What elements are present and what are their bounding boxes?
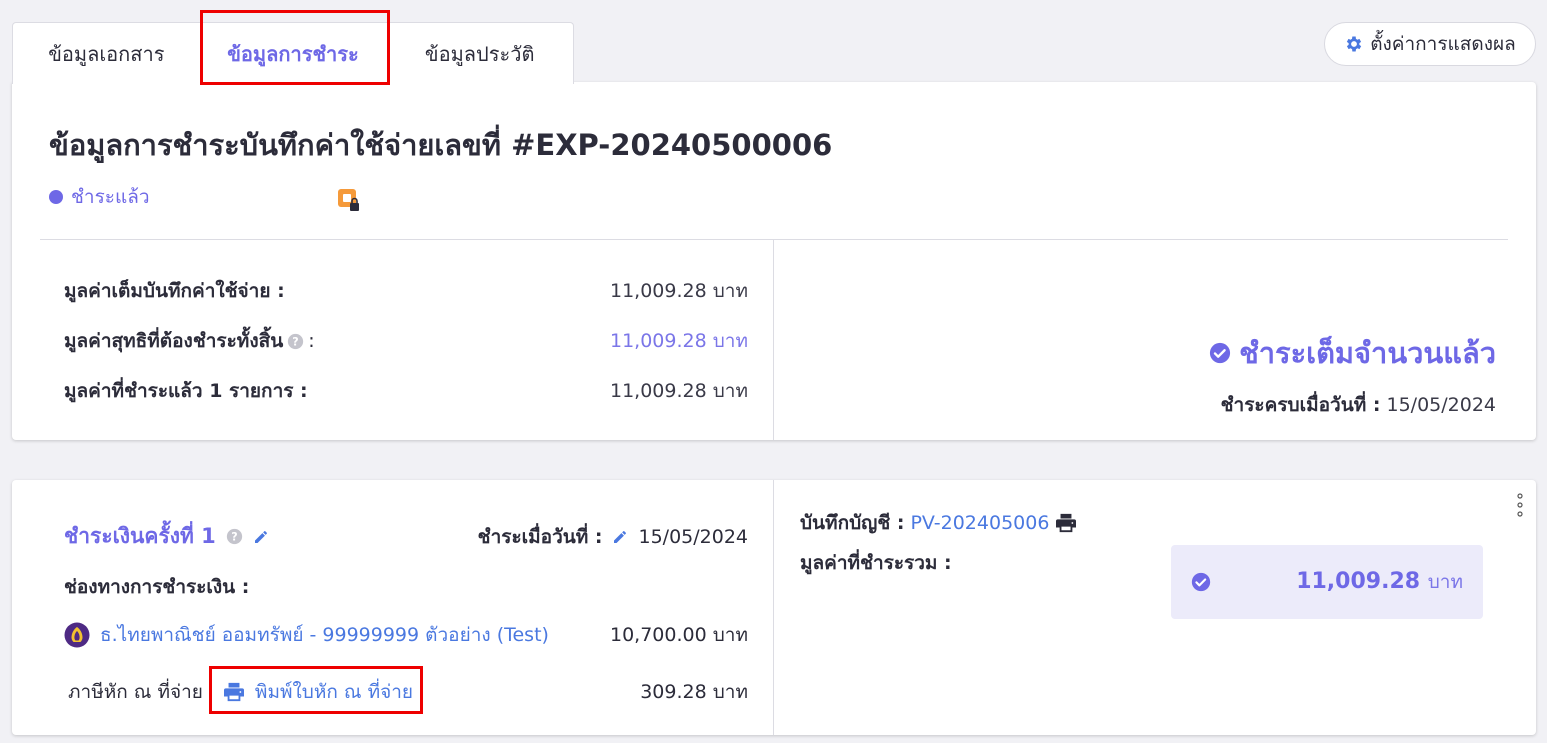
payment-entry-title: ชำระเงินครั้งที่ 1 ? (64, 520, 269, 553)
locked-document-icon[interactable] (337, 188, 361, 212)
page-title: ข้อมูลการชำระบันทึกค่าใช้จ่ายเลขที่ #EXP… (49, 128, 833, 162)
edit-pencil-icon[interactable] (253, 529, 269, 545)
accounting-record-label: บันทึกบัญชี : (800, 512, 905, 534)
status-label: ชำระแล้ว (71, 186, 150, 208)
total-paid-box: 11,009.28 บาท (1171, 545, 1483, 619)
net-value-colon: : (308, 330, 315, 352)
paid-value-label: มูลค่าที่ชำระแล้ว 1 รายการ : (64, 380, 308, 402)
tab-bar: ข้อมูลเอกสาร ข้อมูลการชำระ ข้อมูลประวัติ (12, 10, 574, 85)
paid-value-amount: 11,009.28 บาท (610, 380, 748, 402)
payment-date-label: ชำระเมื่อวันที่ : (477, 526, 603, 548)
display-settings-label: ตั้งค่าการแสดงผล (1370, 33, 1516, 55)
svg-text:?: ? (231, 530, 237, 543)
payment-entry-title-text: ชำระเงินครั้งที่ 1 (64, 524, 216, 548)
status-dot-icon (49, 190, 63, 204)
svg-text:?: ? (292, 335, 298, 348)
withholding-tax-row: ภาษีหัก ณ ที่จ่าย พิมพ์ใบหัก ณ ที่จ่าย 3… (68, 666, 748, 714)
full-value-label: มูลค่าเต็มบันทึกค่าใช้จ่าย : (64, 280, 285, 302)
display-settings-button[interactable]: ตั้งค่าการแสดงผล (1324, 22, 1536, 66)
divider (773, 239, 774, 440)
tab-document-info[interactable]: ข้อมูลเอกสาร (13, 23, 200, 84)
net-value-label-text: มูลค่าสุทธิที่ต้องชำระทั้งสิ้น (64, 330, 284, 352)
help-icon[interactable]: ? (287, 333, 304, 350)
more-options-icon[interactable] (1516, 492, 1524, 518)
divider (40, 239, 1508, 240)
bank-channel-amount: 10,700.00 บาท (610, 624, 748, 646)
paid-complete-date-label: ชำระครบเมื่อวันที่ : (1220, 394, 1381, 416)
check-circle-icon (1191, 572, 1211, 592)
payment-entry-card: ชำระเงินครั้งที่ 1 ? ชำระเมื่อวันที่ : 1… (12, 480, 1536, 735)
payment-summary-card: ข้อมูลการชำระบันทึกค่าใช้จ่ายเลขที่ #EXP… (12, 82, 1536, 440)
status-badge: ชำระแล้ว (49, 182, 150, 212)
printer-icon (223, 682, 244, 702)
gear-icon (1347, 36, 1362, 52)
total-paid-amount: 11,009.28 บาท (1296, 567, 1463, 597)
full-value-amount: 11,009.28 บาท (610, 280, 748, 302)
divider (773, 480, 774, 735)
print-withholding-button[interactable]: พิมพ์ใบหัก ณ ที่จ่าย (208, 666, 423, 714)
paid-complete-date: ชำระครบเมื่อวันที่ : 15/05/2024 (1221, 390, 1496, 420)
accounting-record-row: บันทึกบัญชี : PV-202405006 (800, 508, 1077, 538)
check-circle-icon (1209, 342, 1231, 364)
net-value-label: มูลค่าสุทธิที่ต้องชำระทั้งสิ้น ? : (64, 326, 315, 356)
help-icon[interactable]: ? (226, 528, 243, 545)
full-value-row: มูลค่าเต็มบันทึกค่าใช้จ่าย : 11,009.28 บ… (64, 276, 748, 306)
tab-payment-info[interactable]: ข้อมูลการชำระ (199, 10, 390, 85)
scb-bank-logo-icon (64, 622, 90, 648)
withholding-tax-amount: 309.28 บาท (640, 681, 748, 703)
payment-date: ชำระเมื่อวันที่ : 15/05/2024 (478, 522, 748, 552)
payment-channel-label: ช่องทางการชำระเงิน : (64, 576, 250, 598)
net-value-amount: 11,009.28 บาท (610, 330, 748, 352)
bank-channel-row: ธ.ไทยพาณิชย์ ออมทรัพย์ - 99999999 ตัวอย่… (64, 620, 748, 650)
full-paid-status: ชำระเต็มจำนวนแล้ว (1209, 330, 1496, 376)
tab-history-info[interactable]: ข้อมูลประวัติ (386, 23, 573, 84)
edit-pencil-icon[interactable] (612, 529, 628, 545)
payment-date-value: 15/05/2024 (638, 526, 748, 548)
withholding-tax-label: ภาษีหัก ณ ที่จ่าย (68, 681, 203, 703)
bank-channel[interactable]: ธ.ไทยพาณิชย์ ออมทรัพย์ - 99999999 ตัวอย่… (64, 620, 549, 650)
paid-complete-date-value: 15/05/2024 (1386, 394, 1496, 416)
tab-payment-info-label: ข้อมูลการชำระ (227, 41, 359, 66)
total-paid-amount-value: 11,009.28 (1296, 569, 1421, 594)
full-paid-label: ชำระเต็มจำนวนแล้ว (1239, 336, 1496, 370)
withholding-tax-group: ภาษีหัก ณ ที่จ่าย พิมพ์ใบหัก ณ ที่จ่าย (68, 666, 423, 714)
accounting-record-link[interactable]: PV-202405006 (910, 512, 1049, 534)
net-value-row: มูลค่าสุทธิที่ต้องชำระทั้งสิ้น ? : 11,00… (64, 326, 748, 356)
total-paid-label: มูลค่าที่ชำระรวม : (800, 552, 952, 574)
bank-channel-label: ธ.ไทยพาณิชย์ ออมทรัพย์ - 99999999 ตัวอย่… (100, 624, 549, 646)
total-paid-amount-unit: บาท (1427, 571, 1463, 593)
paid-value-row: มูลค่าที่ชำระแล้ว 1 รายการ : 11,009.28 บ… (64, 376, 748, 406)
printer-icon[interactable] (1055, 513, 1077, 533)
print-withholding-label: พิมพ์ใบหัก ณ ที่จ่าย (254, 681, 414, 703)
